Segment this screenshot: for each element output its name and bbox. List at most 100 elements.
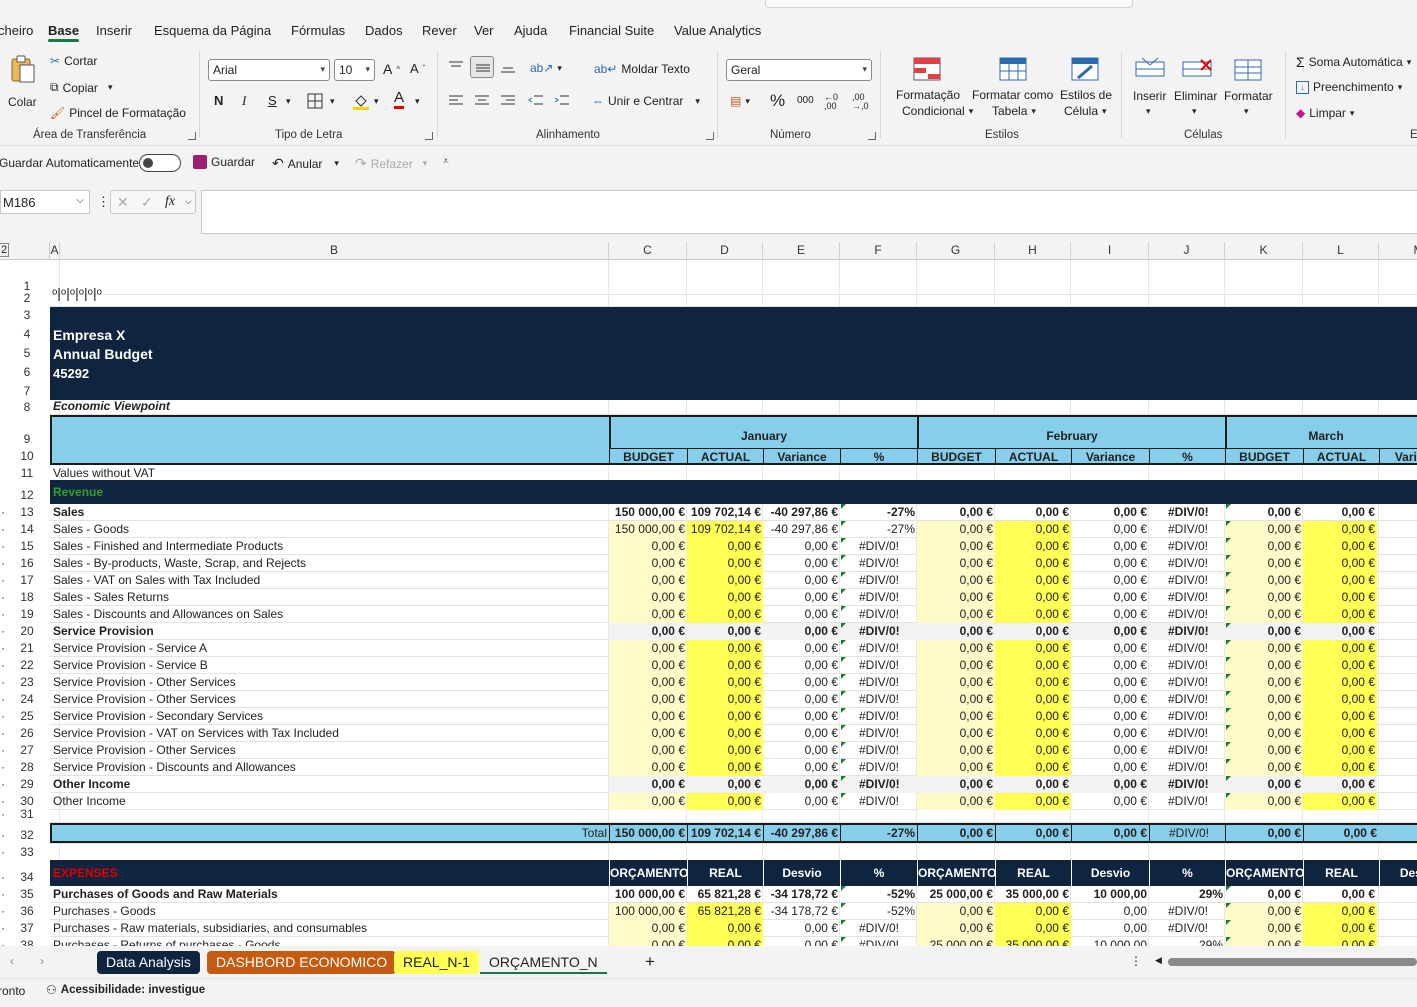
accounting-format-button[interactable]: ▤ ▾ (730, 94, 750, 108)
value-cell[interactable]: 0,00 € (1303, 640, 1377, 657)
value-cell[interactable]: 0,00 € (917, 623, 995, 640)
value-cell[interactable]: #DIV/0! (1149, 623, 1225, 640)
value-cell[interactable]: 0,00 € (995, 793, 1071, 810)
row-label[interactable]: Sales - Goods (53, 521, 608, 538)
value-cell[interactable]: 0,00 € (1071, 742, 1149, 759)
value-cell[interactable]: 0,00 € (917, 708, 995, 725)
month-header[interactable]: January (609, 415, 917, 448)
value-cell[interactable]: 0,00 € (1303, 606, 1377, 623)
expense-sub-header[interactable]: % (1149, 860, 1225, 886)
row-header[interactable]: 20 · (0, 623, 50, 640)
value-cell[interactable]: -34 178,72 € (763, 886, 840, 903)
report-date[interactable]: 45292 (53, 364, 253, 383)
chevron-down-icon[interactable]: ▾ (415, 96, 420, 107)
horizontal-scrollbar[interactable] (1168, 958, 1417, 966)
shrink-font-button[interactable]: Aˇ (410, 61, 425, 76)
value-cell[interactable]: 0,00 € (917, 606, 995, 623)
row-header[interactable]: 3 (0, 307, 50, 324)
tab-help[interactable]: Ajuda (514, 23, 547, 38)
value-cell[interactable]: 0,00 € (1071, 623, 1149, 640)
value-cell[interactable]: 0,00 € (609, 674, 687, 691)
value-cell[interactable]: 0,00 € (609, 589, 687, 606)
row-header[interactable]: 35 · (0, 886, 50, 903)
value-cell[interactable]: 0,00 € (917, 674, 995, 691)
expense-sub-header[interactable]: REAL (687, 860, 763, 886)
value-cell[interactable]: #DIV/0! (1149, 657, 1225, 674)
tab-financial-suite[interactable]: Financial Suite (569, 23, 654, 38)
undo-button[interactable]: ↶ Anular ▾ (272, 155, 339, 172)
row-header[interactable]: 2 (0, 289, 50, 307)
save-button[interactable]: Guardar (193, 155, 255, 169)
value-cell[interactable]: 0,00 € (763, 606, 840, 623)
value-cell[interactable]: 0,00 € (995, 708, 1071, 725)
row-header[interactable]: 29 · (0, 776, 50, 793)
sub-header[interactable]: Variance (1071, 448, 1149, 465)
value-cell[interactable]: 0,00 € (1303, 920, 1377, 937)
tab-formulas[interactable]: Fórmulas (291, 23, 345, 38)
value-cell[interactable]: 0,00 € (609, 776, 687, 793)
value-cell[interactable]: 0,00 € (1071, 708, 1149, 725)
expense-sub-header[interactable]: REAL (1303, 860, 1379, 886)
row-header[interactable]: 27 · (0, 742, 50, 759)
value-cell[interactable]: 0,00 € (1303, 674, 1377, 691)
value-cell[interactable]: #DIV/0! (1149, 793, 1225, 810)
value-cell[interactable]: 0,00 € (763, 589, 840, 606)
value-cell[interactable]: 0,00 € (1225, 504, 1303, 521)
value-cell[interactable]: 0,00 € (763, 640, 840, 657)
row-header[interactable]: 22 · (0, 657, 50, 674)
row-label[interactable]: Sales - Discounts and Allowances on Sale… (53, 606, 608, 623)
value-cell[interactable]: 0,00 € (763, 920, 840, 937)
row-header[interactable]: 38 · (0, 937, 50, 946)
autosave-toggle[interactable] (139, 154, 181, 172)
tab-view[interactable]: Ver (474, 23, 494, 38)
align-bottom-icon[interactable] (500, 60, 516, 74)
expenses-label[interactable]: EXPENSES (53, 860, 253, 886)
value-cell[interactable]: #DIV/0! (840, 657, 917, 674)
tab-page-layout[interactable]: Esquema da Página (154, 23, 271, 38)
italic-button[interactable]: I (242, 93, 246, 109)
alignment-launcher-icon[interactable] (706, 132, 714, 140)
value-cell[interactable]: 65 821,28 € (687, 886, 763, 903)
expense-sub-header[interactable]: REAL (995, 860, 1071, 886)
expense-sub-header[interactable]: Desvio (763, 860, 840, 886)
value-cell[interactable]: 0,00 € (995, 504, 1071, 521)
insert-cells-button[interactable]: Inserir ▾ (1128, 54, 1172, 124)
value-cell[interactable]: #DIV/0! (840, 640, 917, 657)
value-cell[interactable]: 0,00 € (1303, 903, 1377, 920)
value-cell[interactable]: 0,00 € (995, 920, 1071, 937)
row-label[interactable]: Sales - VAT on Sales with Tax Included (53, 572, 608, 589)
value-cell[interactable]: #DIV/0! (1149, 691, 1225, 708)
value-cell[interactable]: 0,00 € (1225, 538, 1303, 555)
value-cell[interactable]: 0,00 € (995, 759, 1071, 776)
row-label[interactable]: Service Provision - Service B (53, 657, 608, 674)
value-cell[interactable]: 0,00 € (687, 589, 763, 606)
value-cell[interactable]: 0,00 € (763, 937, 840, 946)
value-cell[interactable]: 0,00 € (687, 759, 763, 776)
scroll-left-icon[interactable]: ◀ (1155, 955, 1162, 966)
value-cell[interactable]: 0,00 € (763, 776, 840, 793)
total-value-cell[interactable]: #DIV/0! (1149, 823, 1225, 843)
value-cell[interactable]: -40 297,86 € (763, 521, 840, 538)
value-cell[interactable]: 0,00 € (1303, 742, 1377, 759)
value-cell[interactable]: 0,00 € (917, 521, 995, 538)
value-cell[interactable]: 100 000,00 € (609, 886, 687, 903)
font-size-select[interactable]: 10 ▾ (334, 59, 375, 81)
value-cell[interactable]: -52% (840, 886, 917, 903)
row-label[interactable]: Sales - Sales Returns (53, 589, 608, 606)
borders-icon[interactable] (307, 93, 323, 109)
value-cell[interactable]: 0,00 (1071, 903, 1149, 920)
value-cell[interactable]: 0,00 € (1071, 521, 1149, 538)
column-header-K[interactable]: K (1225, 242, 1303, 260)
value-cell[interactable]: 0,00 € (995, 674, 1071, 691)
value-cell[interactable]: 109 702,14 € (687, 504, 763, 521)
value-cell[interactable]: 0,00 € (1303, 759, 1377, 776)
align-left-icon[interactable] (448, 94, 464, 108)
clear-button[interactable]: ◆ Limpar ▾ (1296, 106, 1354, 120)
row-header[interactable]: 15 · (0, 538, 50, 555)
value-cell[interactable]: 0,00 € (1225, 708, 1303, 725)
value-cell[interactable]: 0,00 € (1225, 623, 1303, 640)
row-header[interactable]: 37 · (0, 920, 50, 937)
format-cells-button[interactable]: Formatar ▾ (1222, 54, 1276, 124)
value-cell[interactable]: #DIV/0! (1149, 521, 1225, 538)
value-cell[interactable]: #DIV/0! (840, 606, 917, 623)
